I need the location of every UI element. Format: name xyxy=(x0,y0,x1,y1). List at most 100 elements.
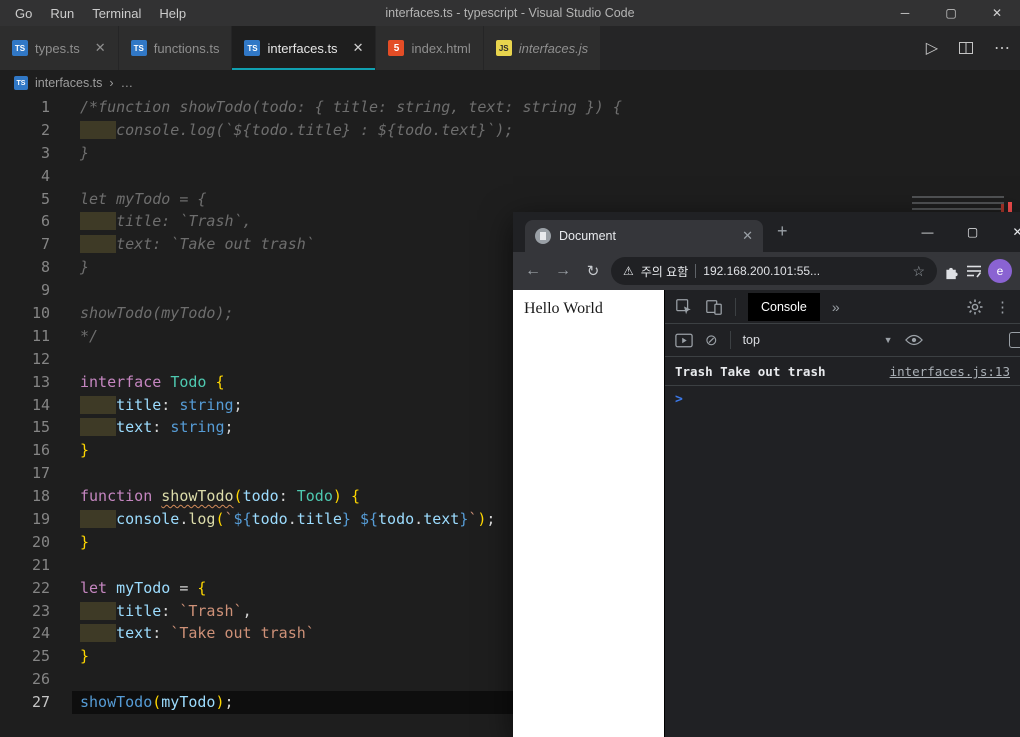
bookmark-star-icon[interactable]: ☆ xyxy=(912,263,925,280)
close-icon[interactable]: ✕ xyxy=(742,228,753,244)
back-button[interactable]: ← xyxy=(521,262,545,280)
url-text[interactable]: 192.168.200.101:55... xyxy=(703,264,820,278)
more-actions-icon[interactable]: ⋯ xyxy=(994,38,1010,58)
menubar: Go Run Terminal Help xyxy=(0,6,195,21)
vscode-titlebar: Go Run Terminal Help interfaces.ts - typ… xyxy=(0,0,1020,26)
line-number: 19 xyxy=(31,510,50,529)
chrome-titlebar: Document ✕ + — ▢ ✕ xyxy=(513,212,1020,252)
close-icon[interactable]: ✕ xyxy=(353,40,364,56)
code-line[interactable]: 3} xyxy=(0,142,1020,165)
tab-index-html[interactable]: 5 index.html xyxy=(376,26,484,70)
web-page: Hello World xyxy=(513,290,664,737)
breadcrumb-file[interactable]: interfaces.ts xyxy=(35,76,102,90)
code-text: function showTodo(todo: Todo) { xyxy=(80,487,360,506)
code-text: text: `Take out trash` xyxy=(80,233,315,256)
line-number: 14 xyxy=(31,395,50,414)
line-number: 22 xyxy=(31,578,50,597)
extension-list-icon[interactable] xyxy=(966,264,982,278)
chrome-content: Hello World Console » ⋮ ⊘ top ▼ Trash Ta… xyxy=(513,290,1020,737)
code-text: console.log(`${todo.title} ${todo.text}`… xyxy=(80,508,495,531)
code-text: } xyxy=(80,647,90,666)
code-line[interactable]: 5 let myTodo = { xyxy=(0,188,1020,211)
security-warning-text[interactable]: 주의 요함 xyxy=(641,263,689,280)
filter-control-cutoff[interactable] xyxy=(1009,332,1020,348)
gear-icon[interactable] xyxy=(967,299,983,315)
console-toolbar: ⊘ top ▼ xyxy=(665,324,1020,357)
tab-label: interfaces.ts xyxy=(267,40,338,56)
close-icon[interactable]: ✕ xyxy=(95,40,106,56)
code-text: showTodo(myTodo); xyxy=(80,304,234,323)
devtools-panel: Console » ⋮ ⊘ top ▼ Trash Take out trash… xyxy=(664,290,1020,737)
maximize-button[interactable]: ▢ xyxy=(950,212,995,252)
split-editor-icon[interactable] xyxy=(958,40,974,56)
line-number: 7 xyxy=(40,235,50,254)
forward-button[interactable]: → xyxy=(551,262,575,280)
editor-tabbar: TS types.ts ✕ TS functions.ts TS interfa… xyxy=(0,26,1020,70)
favicon-icon xyxy=(535,228,551,244)
breadcrumb-more[interactable]: … xyxy=(121,76,134,90)
ts-icon: TS xyxy=(12,40,28,56)
minimize-button[interactable]: ─ xyxy=(882,0,928,26)
ts-icon: TS xyxy=(130,40,147,56)
minimize-button[interactable]: — xyxy=(905,212,950,252)
code-text: /*function showTodo(todo: { title: strin… xyxy=(80,98,622,116)
prompt-chevron-icon: > xyxy=(675,392,683,407)
devtools-tabbar: Console » ⋮ xyxy=(665,290,1020,324)
browser-tab-document[interactable]: Document ✕ xyxy=(525,220,763,252)
address-bar[interactable]: ⚠ 주의 요함 192.168.200.101:55... ☆ xyxy=(611,257,937,285)
run-button[interactable]: ▷ xyxy=(926,38,938,58)
line-number: 10 xyxy=(31,304,50,323)
code-line[interactable]: 4 xyxy=(0,165,1020,188)
code-line[interactable]: 1 /*function showTodo(todo: { title: stri… xyxy=(0,96,1020,119)
tab-functions-ts[interactable]: TS functions.ts xyxy=(118,26,233,70)
context-label: top xyxy=(742,333,760,347)
tab-types-ts[interactable]: TS types.ts ✕ xyxy=(0,26,119,70)
line-number: 16 xyxy=(31,441,50,460)
code-text: title: `Trash`, xyxy=(80,210,252,233)
tab-interfaces-ts[interactable]: TS interfaces.ts ✕ xyxy=(232,26,377,70)
breadcrumb[interactable]: TS interfaces.ts › … xyxy=(0,70,1020,96)
editor-actions: ▷ ⋯ xyxy=(926,26,1010,70)
tab-title: Document xyxy=(559,229,616,243)
code-text: */ xyxy=(80,326,99,345)
close-button[interactable]: ✕ xyxy=(995,212,1020,252)
vscode-window-controls: ─ ▢ ✕ xyxy=(882,0,1020,26)
tab-interfaces-js[interactable]: JS interfaces.js xyxy=(483,26,602,70)
inspect-element-icon[interactable] xyxy=(675,298,693,316)
line-number: 17 xyxy=(31,464,50,483)
line-number: 9 xyxy=(40,281,50,300)
menu-terminal[interactable]: Terminal xyxy=(83,6,150,21)
line-number: 21 xyxy=(31,555,50,574)
line-number: 4 xyxy=(40,166,50,185)
code-text: console.log(`${todo.title} : ${todo.text… xyxy=(80,119,513,142)
context-selector[interactable]: top ▼ xyxy=(743,333,893,347)
chrome-window: Document ✕ + — ▢ ✕ ← → ↻ ⚠ 주의 요함 192.168… xyxy=(513,212,1020,737)
menu-help[interactable]: Help xyxy=(150,6,195,21)
breadcrumb-sep: › xyxy=(109,76,114,90)
code-line[interactable]: 2 console.log(`${todo.title} : ${todo.te… xyxy=(0,119,1020,142)
line-number: 15 xyxy=(31,418,50,437)
profile-avatar[interactable]: e xyxy=(988,259,1012,283)
kebab-menu-icon[interactable]: ⋮ xyxy=(995,298,1010,316)
eye-icon[interactable] xyxy=(904,334,923,346)
line-number: 5 xyxy=(40,189,50,208)
tab-label: types.ts xyxy=(35,40,80,56)
console-sidebar-icon[interactable] xyxy=(675,333,693,348)
maximize-button[interactable]: ▢ xyxy=(928,0,974,26)
security-warning-icon[interactable]: ⚠ xyxy=(623,264,634,278)
devtools-tab-console[interactable]: Console xyxy=(748,292,820,321)
console-prompt[interactable]: > xyxy=(665,386,1020,413)
js-icon: JS xyxy=(495,40,512,56)
new-tab-button[interactable]: + xyxy=(777,221,788,242)
line-number: 6 xyxy=(40,212,50,231)
reload-button[interactable]: ↻ xyxy=(581,262,605,280)
code-text: } xyxy=(80,441,90,460)
menu-run[interactable]: Run xyxy=(41,6,83,21)
console-source-link[interactable]: interfaces.js:13 xyxy=(880,364,1010,379)
extensions-puzzle-icon[interactable] xyxy=(943,263,960,280)
menu-go[interactable]: Go xyxy=(6,6,41,21)
clear-console-icon[interactable]: ⊘ xyxy=(705,331,718,349)
device-toolbar-icon[interactable] xyxy=(705,298,723,316)
more-tabs-icon[interactable]: » xyxy=(832,299,840,315)
close-button[interactable]: ✕ xyxy=(974,0,1020,26)
